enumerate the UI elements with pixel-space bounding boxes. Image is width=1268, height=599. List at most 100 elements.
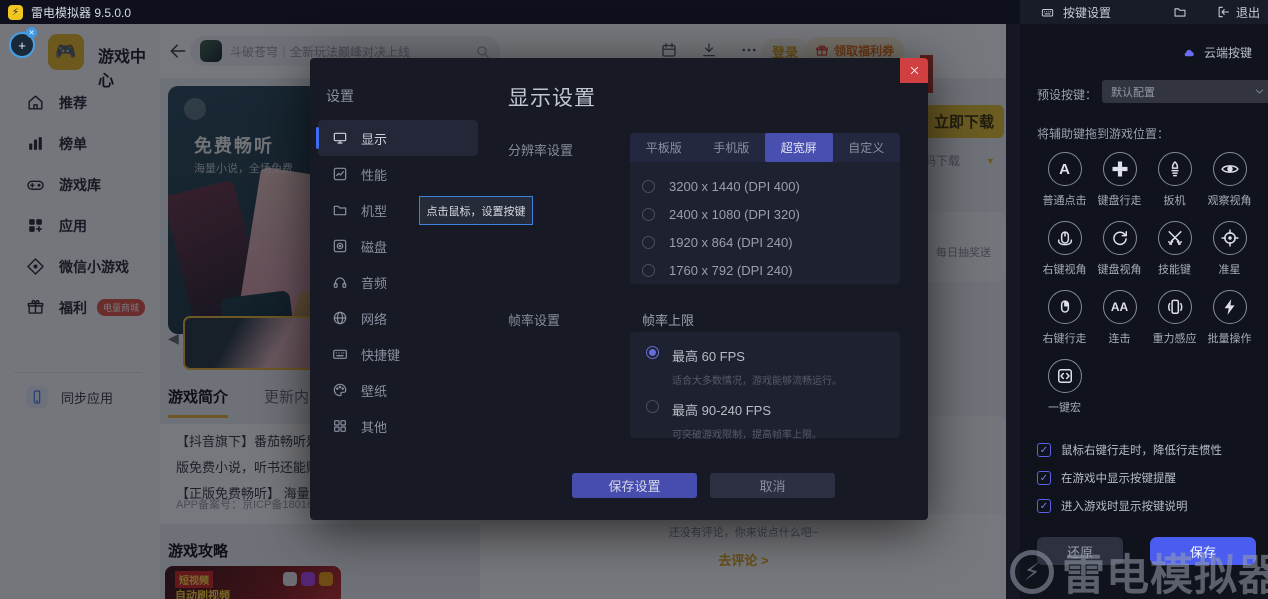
keymap-tool[interactable]: 观察视角 [1202,152,1257,208]
tool-icon[interactable] [1048,290,1082,324]
keymap-tool[interactable]: 批量操作 [1202,290,1257,346]
restore-button[interactable]: 还原 [1037,537,1123,565]
save-button[interactable]: 保存 [1150,537,1256,565]
keymap-tool[interactable]: 键盘行走 [1092,152,1147,208]
resolution-tab[interactable]: 平板版 [630,133,698,162]
keymap-tool[interactable]: 技能键 [1147,221,1202,277]
tool-icon[interactable] [1213,290,1247,324]
settings-menu-item[interactable]: 性能 [318,156,478,192]
resolution-tab[interactable]: 自定义 [833,133,901,162]
option-label: 在游戏中显示按键提醒 [1061,470,1176,486]
menu-label: 壁纸 [361,381,387,400]
display-settings-title: 显示设置 [508,82,596,112]
menu-icon [332,202,348,218]
settings-menu-item[interactable]: 磁盘 [318,228,478,264]
keymap-tool[interactable]: 一键宏 [1037,359,1092,415]
folder-icon[interactable] [1172,5,1188,19]
radio-icon [642,180,655,193]
resolution-option[interactable]: 1920 x 864 (DPI 240) [642,228,900,256]
tool-label: 键盘视角 [1098,261,1142,277]
settings-menu-item[interactable]: 显示 [318,120,478,156]
resolution-option[interactable]: 1760 x 792 (DPI 240) [642,256,900,284]
tool-icon[interactable] [1213,152,1247,186]
tool-label: 普通点击 [1043,192,1087,208]
fps-option-desc: 可突破游戏限制，提高帧率上限。 [672,426,822,441]
keymap-option[interactable]: ✓ 进入游戏时显示按键说明 [1037,498,1222,514]
cloud-label: 云端按键 [1204,44,1252,61]
tool-label: 一键宏 [1048,399,1081,415]
resolution-label: 分辨率设置 [508,140,573,159]
tool-icon[interactable] [1048,221,1082,255]
keymap-option[interactable]: ✓ 鼠标右键行走时，降低行走惯性 [1037,442,1222,458]
checkbox-checked-icon[interactable]: ✓ [1037,499,1051,513]
close-icon [909,65,920,76]
tool-icon[interactable] [1158,290,1192,324]
tool-icon[interactable] [1158,221,1192,255]
exit-icon[interactable] [1216,5,1231,19]
tool-label: 重力感应 [1153,330,1197,346]
keymap-tool[interactable]: A 普通点击 [1037,152,1092,208]
settings-menu-item[interactable]: 网络 [318,300,478,336]
scrollbar-track[interactable] [1006,24,1020,599]
menu-icon [332,274,348,290]
keymap-tool[interactable]: 右键视角 [1037,221,1092,277]
menu-icon [332,166,348,182]
keymap-tool[interactable]: 扳机 [1147,152,1202,208]
dialog-close-button[interactable] [900,58,928,83]
fps-panel: 最高 60 FPS 适合大多数情况，游戏能够流畅运行。 最高 90-240 FP… [630,332,900,438]
drag-hint: 将辅助键拖到游戏位置： [1037,125,1169,142]
tool-label: 观察视角 [1208,192,1252,208]
menu-icon [332,418,348,434]
tool-label: 扳机 [1164,192,1186,208]
tool-label: 准星 [1219,261,1241,277]
cloud-icon [1181,47,1197,59]
keymap-option[interactable]: ✓ 在游戏中显示按键提醒 [1037,470,1222,486]
chevron-down-icon [1254,86,1265,97]
resolution-tab[interactable]: 超宽屏 [765,133,833,162]
radio-icon [642,236,655,249]
tool-icon[interactable] [1103,152,1137,186]
tool-icon[interactable] [1213,221,1247,255]
radio-icon [646,400,659,413]
settings-menu-item[interactable]: 壁纸 [318,372,478,408]
resolution-option[interactable]: 3200 x 1440 (DPI 400) [642,172,900,200]
keymap-tool[interactable]: 准星 [1202,221,1257,277]
keymap-tool[interactable]: 键盘视角 [1092,221,1147,277]
tool-icon[interactable] [1158,152,1192,186]
keyboard-icon [1040,6,1055,19]
float-close-icon[interactable]: ✕ [26,27,37,38]
preset-dropdown[interactable]: 默认配置 [1102,80,1268,103]
tool-label: 技能键 [1158,261,1191,277]
checkbox-checked-icon[interactable]: ✓ [1037,443,1051,457]
resolution-tab[interactable]: 手机版 [698,133,766,162]
save-settings-button[interactable]: 保存设置 [572,473,697,498]
menu-icon [332,382,348,398]
keymap-title: 按键设置 [1063,4,1111,21]
menu-icon [332,346,348,362]
menu-label: 快捷键 [361,345,400,364]
settings-menu-item[interactable]: 音频 [318,264,478,300]
checkbox-checked-icon[interactable]: ✓ [1037,471,1051,485]
fps-option[interactable]: 最高 90-240 FPS 可突破游戏限制，提高帧率上限。 [646,400,900,441]
menu-label: 音频 [361,273,387,292]
settings-menu-item[interactable]: 其他 [318,408,478,444]
tool-icon[interactable] [1103,221,1137,255]
tool-icon[interactable]: AA [1103,290,1137,324]
resolution-option[interactable]: 2400 x 1080 (DPI 320) [642,200,900,228]
settings-menu-item[interactable]: 快捷键 [318,336,478,372]
resolution-panel: 平板版手机版超宽屏自定义 3200 x 1440 (DPI 400) 2400 … [630,133,900,284]
keymap-tool[interactable]: 重力感应 [1147,290,1202,346]
cancel-button[interactable]: 取消 [710,473,835,498]
tool-label: 右键行走 [1043,330,1087,346]
cloud-keys-button[interactable]: 云端按键 [1181,44,1252,61]
resolution-tabs: 平板版手机版超宽屏自定义 [630,133,900,162]
tool-label: 批量操作 [1208,330,1252,346]
keymap-tooltip: 点击鼠标，设置按键 [419,196,533,225]
keymap-tool[interactable]: AA 连击 [1092,290,1147,346]
keymap-tool[interactable]: 右键行走 [1037,290,1092,346]
fps-option[interactable]: 最高 60 FPS 适合大多数情况，游戏能够流畅运行。 [646,346,900,387]
menu-icon [332,310,348,326]
exit-label[interactable]: 退出 [1236,4,1260,21]
tool-icon[interactable] [1048,359,1082,393]
tool-icon[interactable]: A [1048,152,1082,186]
